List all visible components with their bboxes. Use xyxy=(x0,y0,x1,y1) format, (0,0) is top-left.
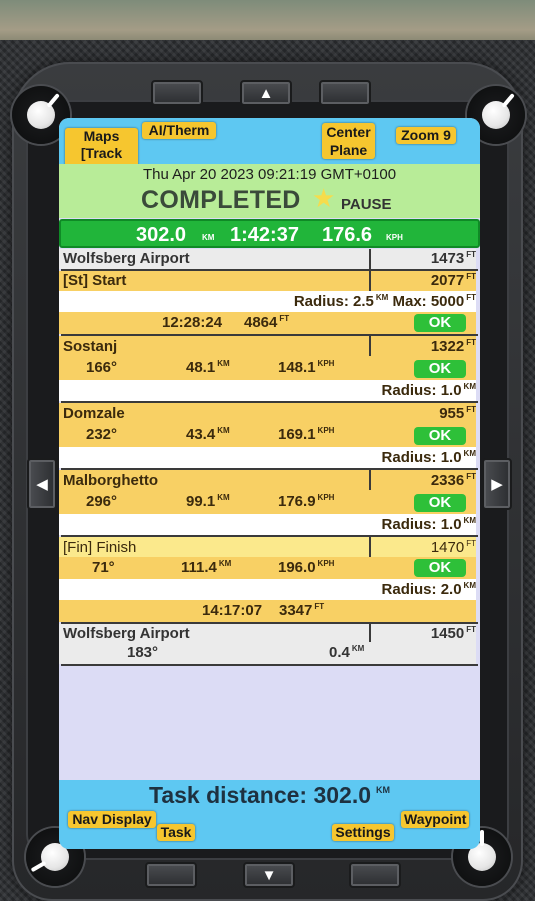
right-hw-button[interactable]: ▶ xyxy=(482,458,512,510)
start-radius-row: Radius: 2.5 KM Max: 5000 FT xyxy=(59,291,476,312)
waypoint-name: [St] Start xyxy=(63,272,127,289)
total-distance: 302.0 xyxy=(136,224,187,246)
date-time: Thu Apr 20 2023 09:21:19 GMT+0100 xyxy=(142,166,397,183)
waypoint-name: Sostanj xyxy=(63,338,118,355)
speed-unit: KPH xyxy=(386,233,403,242)
bottom-left-hw-button[interactable] xyxy=(145,862,197,888)
leg-distance: 43.4 xyxy=(186,426,216,443)
nav-display-softkey[interactable]: Nav Display xyxy=(68,811,156,828)
arrow-up-icon: ▲ xyxy=(258,84,274,102)
total-time: 1:42:37 xyxy=(230,224,299,246)
task-screen: Maps [Track Up] AI/Therm Center Plane Zo… xyxy=(59,118,480,849)
ok-badge: OK xyxy=(414,559,466,577)
start-time: 12:28:24 xyxy=(162,314,223,331)
center-label: Center xyxy=(326,124,371,140)
leg-bearing: 183° xyxy=(127,644,159,661)
waypoint-name: Wolfsberg Airport xyxy=(63,250,190,267)
arrow-right-icon: ▶ xyxy=(491,476,503,493)
finish-time: 14:17:07 xyxy=(202,602,263,619)
leg-radius-row: Radius: 1.0 KM xyxy=(59,514,476,535)
plane-label: Plane xyxy=(329,142,368,158)
distance-unit: KM xyxy=(202,233,215,242)
summary-bar: 302.0 KM 1:42:37 176.6 KPH xyxy=(59,219,480,248)
destination-row[interactable]: Wolfsberg Airport 1450 FT 183° 0.4 KM xyxy=(59,624,476,664)
average-speed: 176.6 xyxy=(322,224,373,246)
waypoint-elevation: 1473 xyxy=(430,250,465,267)
bottom-right-hw-button[interactable] xyxy=(349,862,401,888)
origin-row[interactable]: Wolfsberg Airport 1473 FT xyxy=(59,249,476,269)
leg-row-sostanj[interactable]: Sostanj 1322 FT 166° 48.1 KM 148.1 KPH OK xyxy=(59,336,476,380)
leg-radius-row: Radius: 1.0 KM xyxy=(59,447,476,468)
arrow-down-icon: ▼ xyxy=(261,866,277,884)
leg-bearing: 166° xyxy=(86,359,118,376)
start-altitude: 4864 xyxy=(244,314,278,331)
center-plane-softkey[interactable]: Center Plane xyxy=(322,123,375,159)
task-softkey[interactable]: Task xyxy=(157,824,195,841)
leg-speed: 148.1 xyxy=(278,359,316,376)
settings-softkey[interactable]: Settings xyxy=(332,824,394,841)
leg-distance: 99.1 xyxy=(186,493,216,510)
top-left-hw-button[interactable] xyxy=(151,80,203,106)
leg-bearing: 71° xyxy=(92,559,115,576)
task-distance: Task distance: 302.0 KM xyxy=(148,782,391,808)
finish-leg-row: 71° 111.4 KM 196.0 KPH OK xyxy=(59,557,476,579)
leg-bearing: 232° xyxy=(86,426,118,443)
waypoint-softkey[interactable]: Waypoint xyxy=(401,811,469,828)
arrow-left-icon: ◀ xyxy=(36,476,48,493)
star-icon: ★ xyxy=(312,183,336,213)
ok-badge: OK xyxy=(414,360,466,378)
waypoint-name: Malborghetto xyxy=(63,472,158,489)
left-hw-button[interactable]: ◀ xyxy=(27,458,57,510)
waypoint-name: [Fin] Finish xyxy=(63,539,137,556)
leg-row-malborghetto[interactable]: Malborghetto 2336 FT 296° 99.1 KM 176.9 KPH… xyxy=(59,470,476,514)
leg-radius-row: Radius: 1.0 KM xyxy=(59,380,476,401)
ok-badge: OK xyxy=(414,314,466,332)
ai-therm-softkey[interactable]: AI/Therm xyxy=(142,122,216,139)
completed-label: COMPLETED xyxy=(141,186,301,214)
zoom-softkey[interactable]: Zoom 9 xyxy=(396,127,456,144)
waypoint-name: Domzale xyxy=(63,405,125,422)
start-time-row: 12:28:24 4864 FT OK xyxy=(59,312,476,334)
leg-speed: 169.1 xyxy=(278,426,316,443)
ok-badge: OK xyxy=(414,427,466,445)
leg-row-domzale[interactable]: Domzale 955 FT 232° 43.4 KM 169.1 KPH OK xyxy=(59,403,476,447)
leg-speed: 196.0 xyxy=(278,559,316,576)
finish-altitude: 3347 xyxy=(279,602,313,619)
start-row[interactable]: [St] Start 2077 FT xyxy=(59,271,476,291)
waypoint-elevation: 2077 xyxy=(430,272,465,289)
finish-time-row: 14:17:07 3347 FT xyxy=(59,600,476,622)
waypoint-name: Wolfsberg Airport xyxy=(63,625,190,642)
maps-label: Maps xyxy=(83,128,120,144)
finish-radius-row: Radius: 2.0 KM xyxy=(59,579,476,600)
leg-distance: 48.1 xyxy=(186,359,216,376)
top-right-hw-button[interactable] xyxy=(319,80,371,106)
leg-distance: 111.4 xyxy=(181,559,217,576)
top-up-hw-button[interactable]: ▲ xyxy=(240,80,292,106)
leg-bearing: 296° xyxy=(86,493,118,510)
pause-button[interactable]: PAUSE xyxy=(341,196,392,213)
finish-row[interactable]: [Fin] Finish 1470 FT xyxy=(59,537,476,557)
bottom-down-hw-button[interactable]: ▼ xyxy=(243,862,295,888)
leg-distance: 0.4 xyxy=(329,644,350,661)
ok-badge: OK xyxy=(414,494,466,512)
leg-speed: 176.9 xyxy=(278,493,316,510)
status-panel: Thu Apr 20 2023 09:21:19 GMT+0100 COMPLE… xyxy=(59,164,480,218)
